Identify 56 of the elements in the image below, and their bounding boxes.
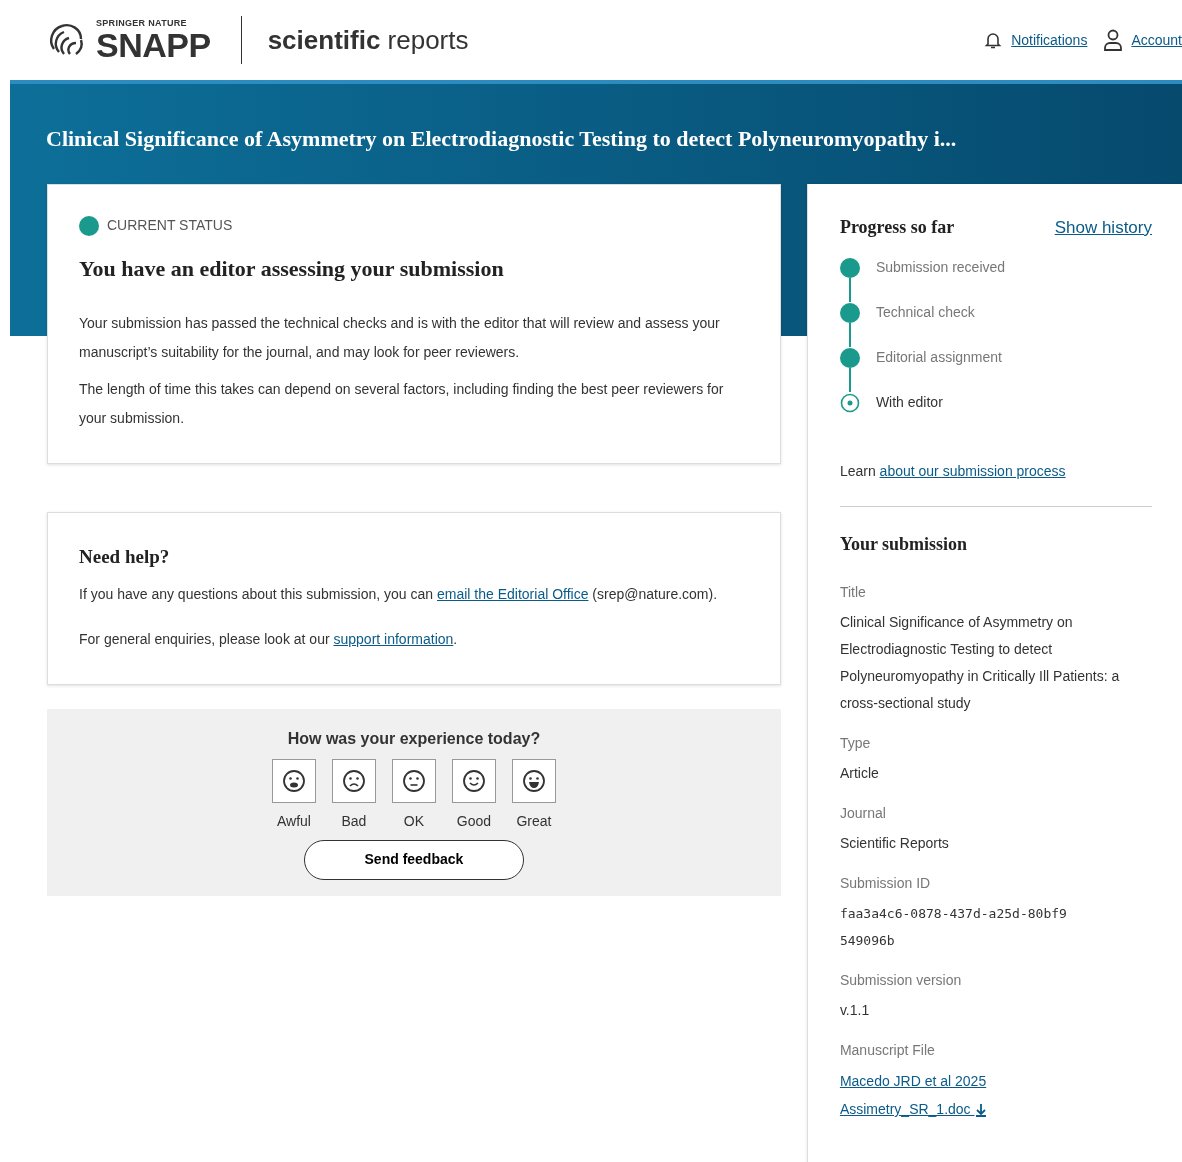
- send-feedback-button[interactable]: Send feedback: [303, 839, 524, 880]
- bell-icon: [983, 30, 1004, 50]
- status-text: Your submission has passed the technical checks and is with the editor that will review and assess your manuscript’s suitability for the journal, and may look for peer reviewers.: [79, 314, 721, 362]
- face-icon: [281, 768, 306, 793]
- field-value: Article: [839, 764, 880, 783]
- field-label: Type: [839, 734, 872, 753]
- submission-heading: Your submission: [839, 533, 969, 556]
- field-label: Submission version: [839, 971, 963, 990]
- great-face-button[interactable]: [511, 758, 556, 803]
- face-icon: [341, 768, 366, 793]
- status-heading: You have an editor assessing your submission: [79, 255, 505, 283]
- feedback-question: How was your experience today?: [287, 728, 541, 749]
- field-label: Manuscript File: [839, 1041, 936, 1060]
- header-link[interactable]: Account: [1131, 29, 1182, 51]
- face-icon: [521, 768, 546, 793]
- status-dot: [79, 215, 99, 236]
- bad-face-button[interactable]: [331, 758, 376, 803]
- awful-face-button[interactable]: [271, 758, 316, 803]
- status-label: CURRENT STATUS: [107, 216, 233, 235]
- feedback-option-label: Bad: [341, 811, 367, 831]
- text-link[interactable]: about our submission process: [879, 463, 1066, 479]
- download-icon: [974, 1103, 987, 1118]
- brand-name: SNAPP: [96, 27, 211, 62]
- progress-heading: Progress so far: [839, 216, 955, 239]
- text-link[interactable]: email the Editorial Office: [437, 585, 589, 602]
- field-value: faa3a4c6-0878-437d-a25d-80bf9549096b: [839, 905, 1068, 950]
- feedback-option-label: Awful: [276, 811, 311, 831]
- feedback-option-label: OK: [403, 811, 425, 831]
- field-label: Journal: [839, 804, 887, 823]
- face-icon: [461, 768, 486, 793]
- step-label: Technical check: [875, 303, 975, 322]
- status-text: The length of time this takes can depend on several factors, including finding the best peer reviewers for your submission.: [79, 380, 725, 428]
- feedback-option-label: Great: [516, 811, 552, 831]
- file-link[interactable]: Macedo JRD et al 2025 Assimetry_SR_1.doc: [839, 1067, 1040, 1123]
- page-title: Clinical Significance of Asymmetry on Electrodiagnostic Testing to detect Polyneuromyopathy i...: [45, 125, 958, 153]
- brand-tagline: SPRINGER NATURE: [96, 18, 188, 28]
- show-history-link[interactable]: Show history: [1054, 214, 1152, 241]
- step-label: Submission received: [875, 258, 1006, 277]
- header-link[interactable]: Notifications: [1011, 29, 1088, 51]
- person-icon: [1103, 29, 1124, 51]
- field-value: Scientific Reports: [839, 834, 950, 853]
- journal-logo: scientific reports: [267, 23, 469, 57]
- feedback-option-label: Good: [456, 811, 492, 831]
- step-label: With editor: [875, 393, 943, 412]
- good-face-button[interactable]: [451, 758, 496, 803]
- help-text: For general enquiries, please look at our support information.: [79, 629, 459, 649]
- field-value: Clinical Significance of Asymmetry on Electrodiagnostic Testing to detect Polyneuromyopathy in Critically Ill Patients: a cross-sectional study: [839, 613, 1120, 713]
- help-text: If you have any questions about this submission, you can email the Editorial Office (srep@nature.com).: [79, 584, 719, 604]
- help-heading: Need help?: [79, 545, 171, 569]
- field-label: Submission ID: [839, 874, 932, 893]
- face-icon: [401, 768, 426, 793]
- learn-text: Learn about our submission process: [839, 462, 1067, 481]
- step-label: Editorial assignment: [875, 348, 1002, 367]
- field-label: Title: [839, 583, 867, 602]
- field-value: v.1.1: [839, 1001, 871, 1020]
- ok-face-button[interactable]: [391, 758, 436, 803]
